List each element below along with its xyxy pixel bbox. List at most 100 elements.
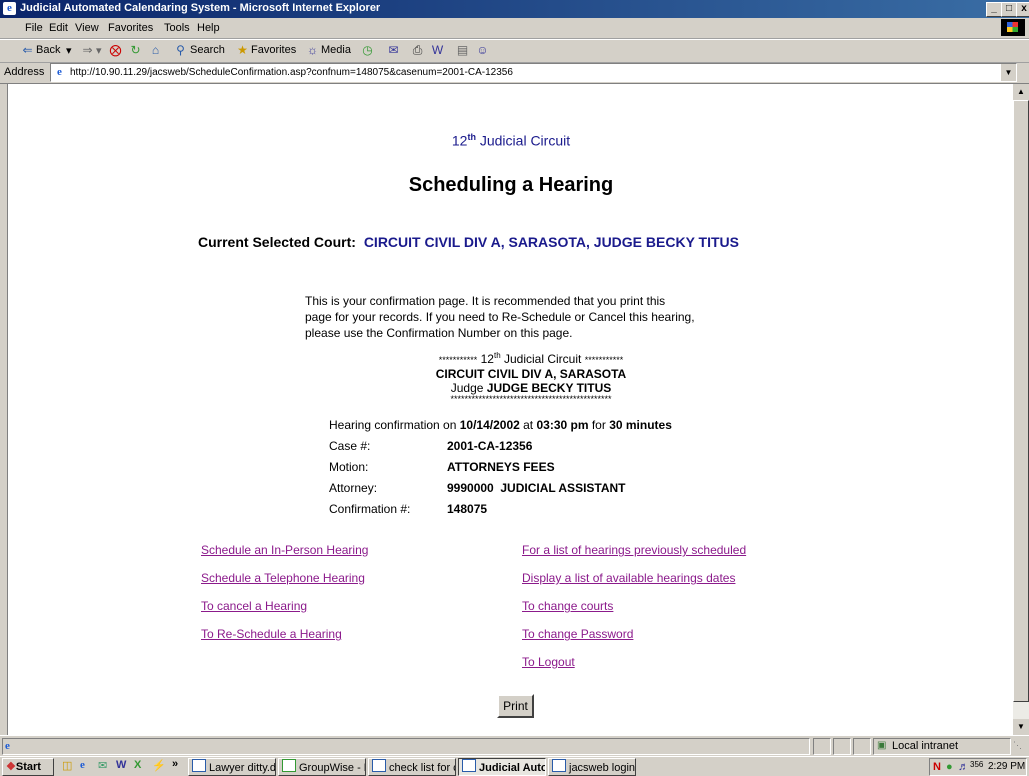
address-input[interactable]: e http://10.90.11.29/jacsweb/ScheduleCon…	[50, 63, 1017, 82]
quicklaunch-more-icon[interactable]: »	[172, 758, 178, 770]
page-content: 12th Judicial Circuit Scheduling a Heari…	[7, 84, 1014, 735]
word-doc-icon	[192, 759, 206, 772]
cancel-hearing-link[interactable]: To cancel a Hearing	[201, 599, 307, 613]
scroll-up-icon[interactable]: ▲	[1013, 84, 1029, 100]
history-icon[interactable]: ◷	[360, 43, 375, 58]
refresh-icon[interactable]: ↻	[128, 43, 143, 58]
forward-dropdown-icon[interactable]: ▾	[96, 44, 102, 57]
back-arrow-icon[interactable]: ⇐	[20, 43, 35, 58]
clock[interactable]: 2:29 PM	[988, 759, 1025, 775]
favorites-icon[interactable]: ★	[235, 43, 250, 58]
print-icon[interactable]: ⎙	[410, 43, 425, 58]
tray-network-icon[interactable]: ●	[946, 759, 953, 775]
change-courts-link[interactable]: To change courts	[522, 599, 613, 613]
page-icon: e	[57, 66, 62, 78]
zone-segment: ▣ Local intranet	[873, 738, 1011, 755]
start-button[interactable]: ❖Start	[2, 758, 54, 776]
motion-label: Motion:	[329, 460, 369, 474]
media-button[interactable]: Media	[321, 44, 351, 56]
task-lawyer-ditty[interactable]: Lawyer ditty.d...	[188, 758, 276, 776]
favorites-button[interactable]: Favorites	[251, 44, 296, 56]
court-label: Current Selected Court:	[198, 234, 356, 250]
available-dates-link[interactable]: Display a list of available hearings dat…	[522, 571, 735, 585]
windows-logo-icon	[1001, 19, 1025, 36]
quicklaunch-excel-icon[interactable]: X	[134, 759, 141, 771]
home-icon[interactable]: ⌂	[148, 43, 163, 58]
case-value: 2001-CA-12356	[447, 439, 533, 453]
menu-favorites[interactable]: Favorites	[108, 22, 153, 34]
change-password-link[interactable]: To change Password	[522, 627, 633, 641]
court-value: CIRCUIT CIVIL DIV A, SARASOTA, JUDGE BEC…	[363, 234, 739, 250]
minimize-button[interactable]: _	[986, 2, 1002, 17]
search-icon[interactable]: ⚲	[173, 43, 188, 58]
task-groupwise[interactable]: GroupWise - M...	[278, 758, 366, 776]
menu-tools[interactable]: Tools	[164, 22, 190, 34]
tray-n-icon[interactable]: N	[933, 759, 941, 775]
print-button[interactable]: Print	[497, 694, 534, 718]
address-url[interactable]: http://10.90.11.29/jacsweb/ScheduleConfi…	[70, 67, 513, 78]
motion-value: ATTORNEYS FEES	[447, 460, 555, 474]
schedule-in-person-link[interactable]: Schedule an In-Person Hearing	[201, 543, 368, 557]
ie-logo-icon: e	[3, 2, 16, 15]
window-title: Judicial Automated Calendaring System - …	[20, 2, 381, 14]
quicklaunch-app-icon[interactable]: ⚡	[152, 759, 166, 772]
intro-text: This is your confirmation page. It is re…	[305, 294, 695, 340]
menu-view[interactable]: View	[75, 22, 99, 34]
page-heading: Scheduling a Hearing	[408, 174, 614, 196]
logout-link[interactable]: To Logout	[522, 655, 575, 669]
quicklaunch-desktop-icon[interactable]: ◫	[62, 759, 72, 772]
previous-hearings-link[interactable]: For a list of hearings previously schedu…	[522, 543, 746, 557]
menu-file[interactable]: File	[25, 22, 43, 34]
task-judicial-auto[interactable]: Judicial Auto...	[458, 758, 546, 776]
menu-help[interactable]: Help	[197, 22, 220, 34]
intranet-icon: ▣	[877, 740, 887, 751]
back-button[interactable]: Back	[36, 44, 60, 56]
scroll-thumb[interactable]	[1013, 100, 1029, 702]
maximize-button[interactable]: □	[1001, 2, 1017, 17]
address-bar: Address e http://10.90.11.29/jacsweb/Sch…	[0, 62, 1029, 84]
confirmation-number-label: Confirmation #:	[329, 502, 411, 516]
taskbar: ❖Start ◫ e ✉ W X ⚡ » Lawyer ditty.d... G…	[0, 756, 1029, 776]
tray-volume-icon[interactable]: ♬	[958, 759, 969, 775]
vertical-scrollbar[interactable]: ▲ ▼	[1013, 84, 1029, 735]
search-button[interactable]: Search	[190, 44, 225, 56]
stop-icon[interactable]: ⨂	[108, 43, 123, 58]
ie-page-icon	[462, 759, 476, 772]
menu-edit[interactable]: Edit	[49, 22, 68, 34]
confirmation-number-value: 148075	[447, 502, 488, 516]
star-divider: ****************************************…	[450, 394, 612, 404]
hearing-time: 03:30 pm	[536, 418, 589, 432]
zone-label: Local intranet	[892, 740, 959, 752]
messenger-icon[interactable]: ☺	[475, 43, 490, 58]
close-button[interactable]: x	[1016, 2, 1029, 17]
discuss-icon[interactable]: ▤	[455, 43, 470, 58]
circuit-title: 12th Judicial Circuit	[451, 132, 571, 149]
mail-icon[interactable]: ✉	[386, 43, 401, 58]
reschedule-hearing-link[interactable]: To Re-Schedule a Hearing	[201, 627, 342, 641]
case-label: Case #:	[329, 439, 371, 453]
media-icon[interactable]: ☼	[305, 43, 320, 58]
schedule-telephone-link[interactable]: Schedule a Telephone Hearing	[201, 571, 365, 585]
window-title-bar[interactable]: e Judicial Automated Calendaring System …	[0, 0, 1029, 18]
quicklaunch-word-icon[interactable]: W	[116, 759, 126, 771]
scroll-down-icon[interactable]: ▼	[1013, 719, 1029, 735]
attorney-label: Attorney:	[329, 481, 378, 495]
status-main-segment: e	[2, 738, 810, 755]
resize-grip-icon[interactable]: ⋱	[1013, 740, 1022, 751]
address-dropdown-icon[interactable]: ▼	[1001, 64, 1016, 81]
edit-word-icon[interactable]: W	[430, 43, 445, 58]
hearing-date: 10/14/2002	[459, 418, 520, 432]
status-segment	[833, 738, 851, 755]
word-doc-icon	[552, 759, 566, 772]
task-jacsweb-login[interactable]: jacsweb login....	[548, 758, 636, 776]
task-check-list[interactable]: check list for c...	[368, 758, 456, 776]
address-label: Address	[4, 66, 45, 78]
quicklaunch-outlook-icon[interactable]: ✉	[98, 759, 107, 772]
standard-toolbar: ⇐ Back ▾ ⇒ ▾ ⨂ ↻ ⌂ ⚲ Search ★ Favorites …	[0, 39, 1029, 63]
judge-line: Judge JUDGE BECKY TITUS	[450, 381, 612, 395]
page-status-icon: e	[5, 740, 10, 752]
quicklaunch-ie-icon[interactable]: e	[80, 759, 85, 771]
division-name: CIRCUIT CIVIL DIV A, SARASOTA	[435, 367, 627, 381]
back-dropdown-icon[interactable]: ▾	[66, 44, 72, 57]
forward-arrow-icon[interactable]: ⇒	[80, 43, 95, 58]
